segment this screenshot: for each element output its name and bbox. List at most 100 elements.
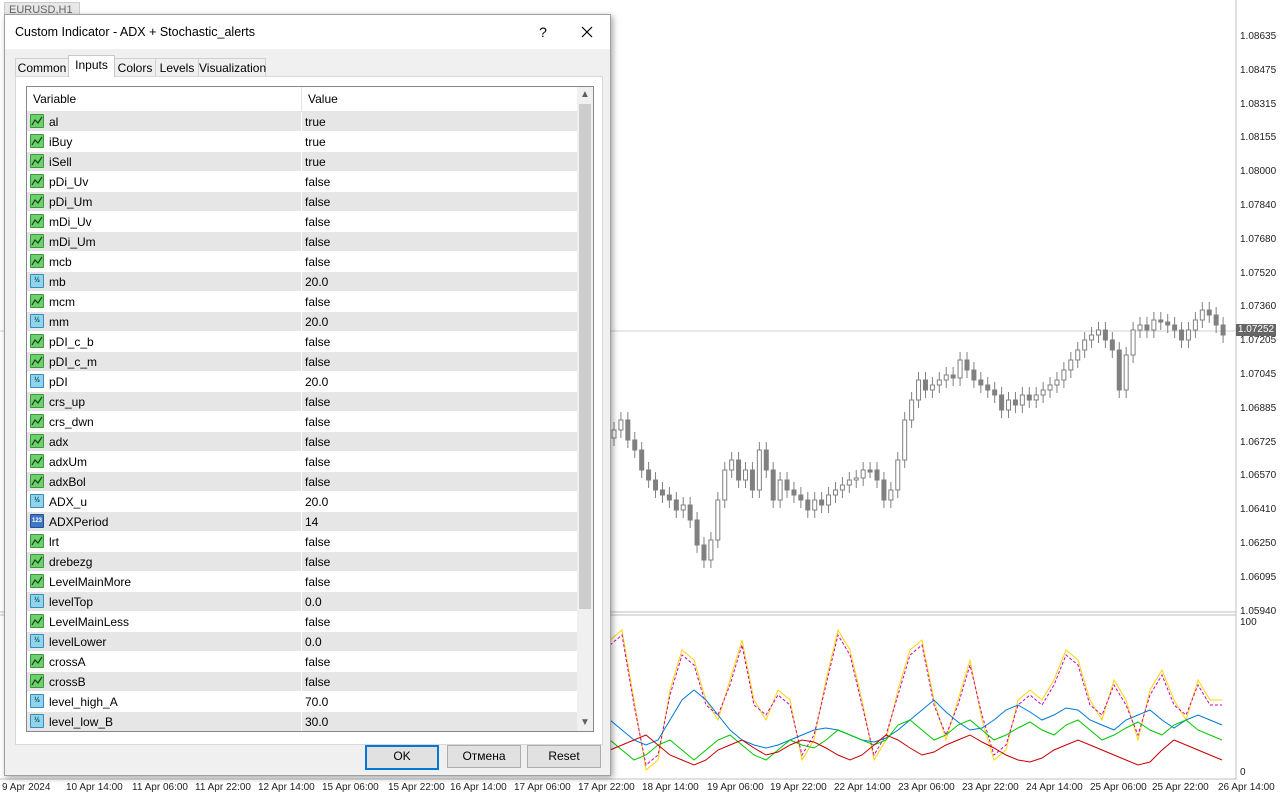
variable-value[interactable]: false (305, 475, 330, 489)
scroll-down-icon[interactable]: ▼ (577, 715, 593, 731)
variable-value[interactable]: 70.0 (305, 695, 328, 709)
variable-value[interactable]: false (305, 255, 330, 269)
variable-value[interactable]: false (305, 235, 330, 249)
cell-separator (301, 272, 302, 292)
input-row-pdi[interactable]: ½ pDI 20.0 (27, 372, 577, 392)
input-row-lrt[interactable]: lrt false (27, 532, 577, 552)
grid-scrollbar[interactable]: ▲ ▼ (577, 87, 593, 731)
dialog-titlebar[interactable]: Custom Indicator - ADX + Stochastic_aler… (5, 15, 610, 49)
input-row-al[interactable]: al true (27, 112, 577, 132)
candle-body (1172, 324, 1178, 331)
input-row-adxperiod[interactable]: 123 ADXPeriod 14 (27, 512, 577, 532)
price-scale-label: 1.08475 (1240, 64, 1277, 76)
candle-body (888, 489, 894, 501)
tab-inputs[interactable]: Inputs (68, 55, 115, 77)
variable-value[interactable]: 20.0 (305, 315, 328, 329)
input-row-leveltop[interactable]: ½ levelTop 0.0 (27, 592, 577, 612)
input-row-mdi_uv[interactable]: mDi_Uv false (27, 212, 577, 232)
column-header-value[interactable]: Value (302, 87, 577, 111)
variable-value[interactable]: false (305, 555, 330, 569)
tab-colors[interactable]: Colors (114, 58, 156, 77)
variable-value[interactable]: false (305, 295, 330, 309)
variable-value[interactable]: false (305, 455, 330, 469)
input-row-level_low_b[interactable]: ½ level_low_B 30.0 (27, 712, 577, 731)
variable-value[interactable]: 14 (305, 515, 318, 529)
variable-value[interactable]: true (305, 115, 326, 129)
input-row-mcb[interactable]: mcb false (27, 252, 577, 272)
help-button[interactable]: ? (533, 21, 553, 43)
variable-value[interactable]: 0.0 (305, 635, 322, 649)
ok-button[interactable]: OK (365, 745, 439, 770)
cancel-button[interactable]: Отмена (447, 745, 521, 768)
cell-separator (301, 612, 302, 632)
candle-body (1040, 389, 1046, 396)
variable-value[interactable]: false (305, 655, 330, 669)
candle-body (791, 489, 797, 496)
candle-body (1075, 349, 1081, 361)
input-row-adxum[interactable]: adxUm false (27, 452, 577, 472)
input-row-pdi_uv[interactable]: pDi_Uv false (27, 172, 577, 192)
scroll-up-icon[interactable]: ▲ (577, 87, 593, 103)
bool-type-icon (30, 174, 44, 188)
variable-value[interactable]: false (305, 575, 330, 589)
variable-value[interactable]: false (305, 215, 330, 229)
variable-value[interactable]: false (305, 335, 330, 349)
variable-value[interactable]: 20.0 (305, 275, 328, 289)
input-row-mb[interactable]: ½ mb 20.0 (27, 272, 577, 292)
tab-visualization[interactable]: Visualization (198, 58, 266, 77)
variable-value[interactable]: true (305, 135, 326, 149)
input-row-adxbol[interactable]: adxBol false (27, 472, 577, 492)
input-row-levelmainmore[interactable]: LevelMainMore false (27, 572, 577, 592)
variable-value[interactable]: false (305, 395, 330, 409)
input-row-pdi_c_b[interactable]: pDI_c_b false (27, 332, 577, 352)
variable-value[interactable]: false (305, 535, 330, 549)
input-row-drebezg[interactable]: drebezg false (27, 552, 577, 572)
input-row-adx_u[interactable]: ½ ADX_u 20.0 (27, 492, 577, 512)
bool-type-icon (30, 454, 44, 468)
input-row-pdi_um[interactable]: pDi_Um false (27, 192, 577, 212)
inputs-panel: Variable Value al true iBuy true iSell true pD… (15, 76, 603, 745)
input-row-crossb[interactable]: crossB false (27, 672, 577, 692)
variable-value[interactable]: false (305, 675, 330, 689)
tab-common[interactable]: Common (15, 58, 69, 77)
time-axis-label: 10 Apr 14:00 (66, 782, 123, 793)
variable-value[interactable]: false (305, 175, 330, 189)
bool-type-icon (30, 254, 44, 268)
variable-value[interactable]: true (305, 155, 326, 169)
variable-value[interactable]: false (305, 615, 330, 629)
variable-value[interactable]: false (305, 435, 330, 449)
input-row-mdi_um[interactable]: mDi_Um false (27, 232, 577, 252)
bool-type-icon (30, 414, 44, 428)
cell-separator (301, 392, 302, 412)
close-button[interactable] (573, 21, 601, 43)
input-row-crs_dwn[interactable]: crs_dwn false (27, 412, 577, 432)
scroll-thumb[interactable] (579, 104, 591, 609)
input-row-crs_up[interactable]: crs_up false (27, 392, 577, 412)
variable-value[interactable]: 20.0 (305, 495, 328, 509)
variable-value[interactable]: 20.0 (305, 375, 328, 389)
reset-button[interactable]: Reset (527, 745, 601, 768)
candle-body (611, 429, 617, 439)
input-row-level_high_a[interactable]: ½ level_high_A 70.0 (27, 692, 577, 712)
variable-value[interactable]: 30.0 (305, 715, 328, 729)
input-row-isell[interactable]: iSell true (27, 152, 577, 172)
input-row-crossa[interactable]: crossA false (27, 652, 577, 672)
variable-value[interactable]: 0.0 (305, 595, 322, 609)
column-header-variable[interactable]: Variable (27, 87, 301, 111)
cell-separator (301, 352, 302, 372)
double-type-icon: ½ (30, 714, 44, 728)
input-row-levellower[interactable]: ½ levelLower 0.0 (27, 632, 577, 652)
input-row-mcm[interactable]: mcm false (27, 292, 577, 312)
input-row-adx[interactable]: adx false (27, 432, 577, 452)
input-row-levelmainless[interactable]: LevelMainLess false (27, 612, 577, 632)
input-row-ibuy[interactable]: iBuy true (27, 132, 577, 152)
variable-value[interactable]: false (305, 415, 330, 429)
bool-type-icon (30, 154, 44, 168)
variable-name: ADX_u (49, 495, 88, 509)
candle-body (666, 494, 672, 501)
input-row-mm[interactable]: ½ mm 20.0 (27, 312, 577, 332)
variable-value[interactable]: false (305, 355, 330, 369)
variable-value[interactable]: false (305, 195, 330, 209)
tab-levels[interactable]: Levels (155, 58, 199, 77)
input-row-pdi_c_m[interactable]: pDI_c_m false (27, 352, 577, 372)
